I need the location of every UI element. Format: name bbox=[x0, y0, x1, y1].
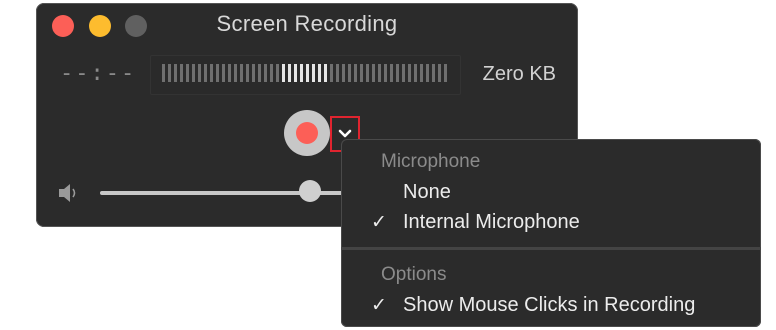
meter-bar bbox=[396, 64, 399, 82]
meter-bar bbox=[336, 64, 339, 82]
meter-bar bbox=[240, 64, 243, 82]
meter-bar bbox=[294, 64, 297, 82]
meter-bar bbox=[426, 64, 429, 82]
menu-header-options: Options bbox=[381, 264, 447, 285]
elapsed-time: --:-- bbox=[60, 61, 137, 86]
meter-bar bbox=[282, 64, 285, 82]
meter-bar bbox=[210, 64, 213, 82]
menu-item-none[interactable]: None bbox=[403, 181, 451, 204]
meter-bars bbox=[162, 64, 447, 82]
checkmark-icon: ✓ bbox=[371, 212, 387, 233]
meter-bar bbox=[228, 64, 231, 82]
meter-bar bbox=[186, 64, 189, 82]
meter-bar bbox=[288, 64, 291, 82]
meter-bar bbox=[306, 64, 309, 82]
meter-bar bbox=[318, 64, 321, 82]
meter-bar bbox=[360, 64, 363, 82]
meter-bar bbox=[174, 64, 177, 82]
meter-bar bbox=[420, 64, 423, 82]
meter-bar bbox=[192, 64, 195, 82]
meter-bar bbox=[162, 64, 165, 82]
meter-bar bbox=[408, 64, 411, 82]
meter-bar bbox=[222, 64, 225, 82]
speaker-icon bbox=[59, 184, 76, 202]
meter-bar bbox=[204, 64, 207, 82]
meter-bar bbox=[168, 64, 171, 82]
meter-bar bbox=[258, 64, 261, 82]
meter-bar bbox=[438, 64, 441, 82]
menu-separator bbox=[341, 247, 761, 250]
meter-bar bbox=[384, 64, 387, 82]
meter-bar bbox=[432, 64, 435, 82]
menu-item-show-mouse-clicks[interactable]: Show Mouse Clicks in Recording bbox=[403, 294, 695, 317]
meter-bar bbox=[414, 64, 417, 82]
file-size: Zero KB bbox=[482, 63, 556, 85]
meter-bar bbox=[348, 64, 351, 82]
meter-bar bbox=[324, 64, 327, 82]
audio-level-meter bbox=[150, 55, 461, 95]
meter-bar bbox=[246, 64, 249, 82]
menu-item-internal-microphone[interactable]: Internal Microphone bbox=[403, 211, 580, 234]
meter-bar bbox=[372, 64, 375, 82]
meter-bar bbox=[180, 64, 183, 82]
record-icon bbox=[296, 122, 318, 144]
meter-bar bbox=[354, 64, 357, 82]
checkmark-icon: ✓ bbox=[371, 295, 387, 316]
meter-bar bbox=[378, 64, 381, 82]
volume-slider-knob[interactable] bbox=[299, 180, 321, 202]
volume-slider-track[interactable] bbox=[100, 191, 380, 195]
menu-header-microphone: Microphone bbox=[381, 151, 481, 172]
meter-bar bbox=[330, 64, 333, 82]
meter-bar bbox=[198, 64, 201, 82]
chevron-down-icon bbox=[338, 129, 352, 138]
meter-bar bbox=[234, 64, 237, 82]
meter-bar bbox=[312, 64, 315, 82]
window-title: Screen Recording bbox=[216, 11, 398, 36]
meter-bar bbox=[216, 64, 219, 82]
meter-bar bbox=[390, 64, 393, 82]
options-menu: Microphone None ✓ Internal Microphone Op… bbox=[341, 139, 761, 327]
record-button[interactable] bbox=[284, 110, 330, 156]
meter-bar bbox=[270, 64, 273, 82]
meter-bar bbox=[276, 64, 279, 82]
meter-bar bbox=[300, 64, 303, 82]
meter-bar bbox=[366, 64, 369, 82]
meter-bar bbox=[444, 64, 447, 82]
meter-bar bbox=[402, 64, 405, 82]
meter-bar bbox=[342, 64, 345, 82]
meter-bar bbox=[252, 64, 255, 82]
meter-bar bbox=[264, 64, 267, 82]
